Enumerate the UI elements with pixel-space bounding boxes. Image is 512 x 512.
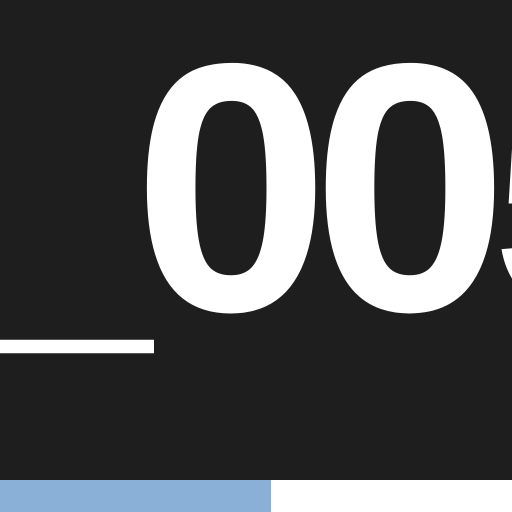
- progress-bar: [0, 480, 512, 512]
- screen: _005: [0, 0, 512, 512]
- progress-bar-fill: [0, 480, 272, 512]
- header-panel: _005: [0, 0, 512, 480]
- item-label: _005: [0, 0, 512, 386]
